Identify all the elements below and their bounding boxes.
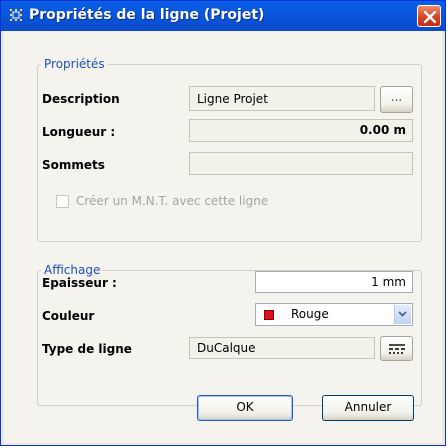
type-ligne-value: DuCalque	[197, 341, 256, 355]
line-style-icon	[389, 344, 405, 354]
cancel-button[interactable]: Annuler	[322, 395, 414, 421]
color-swatch	[264, 310, 274, 320]
mnt-checkbox-label: Créer un M.N.T. avec cette ligne	[76, 194, 269, 208]
couleur-value: Rouge	[291, 307, 329, 321]
mnt-checkbox[interactable]	[56, 195, 69, 208]
dialog-body: Propriétés Description Ligne Projet ... …	[4, 31, 442, 443]
ok-label: OK	[236, 400, 254, 414]
epaisseur-label: Epaisseur :	[42, 276, 117, 290]
description-label: Description	[42, 92, 120, 106]
browse-description-button[interactable]: ...	[380, 86, 413, 113]
epaisseur-value: 1 mm	[371, 275, 406, 289]
ok-button[interactable]: OK	[197, 395, 293, 421]
type-ligne-label: Type de ligne	[42, 342, 132, 356]
couleur-label: Couleur	[42, 309, 95, 323]
group-proprietes: Propriétés	[37, 57, 422, 242]
description-field[interactable]: Ligne Projet	[189, 86, 375, 111]
type-ligne-field[interactable]: DuCalque	[189, 337, 375, 359]
group-proprietes-legend: Propriétés	[44, 57, 105, 71]
couleur-dropdown-button[interactable]	[394, 305, 411, 324]
cancel-label: Annuler	[344, 400, 392, 414]
couleur-select[interactable]: Rouge	[255, 303, 413, 326]
type-ligne-button[interactable]	[380, 336, 413, 361]
chevron-down-icon	[398, 311, 407, 317]
group-affichage-legend: Affichage	[44, 263, 101, 277]
longueur-value: 0.00 m	[359, 123, 406, 137]
longueur-label: Longueur :	[42, 125, 116, 139]
epaisseur-field[interactable]: 1 mm	[255, 271, 413, 293]
sommets-label: Sommets	[42, 158, 105, 172]
grid-icon	[9, 8, 25, 24]
description-value: Ligne Projet	[197, 92, 268, 106]
window-title: Propriétés de la ligne (Projet)	[29, 7, 265, 23]
close-button[interactable]	[417, 5, 441, 27]
browse-label: ...	[390, 90, 403, 104]
longueur-field[interactable]: 0.00 m	[189, 119, 413, 142]
sommets-field[interactable]	[189, 152, 413, 175]
close-icon	[423, 10, 437, 24]
dialog-window: Propriétés de la ligne (Projet) Propriét…	[0, 0, 446, 446]
title-bar[interactable]: Propriétés de la ligne (Projet)	[1, 1, 445, 31]
